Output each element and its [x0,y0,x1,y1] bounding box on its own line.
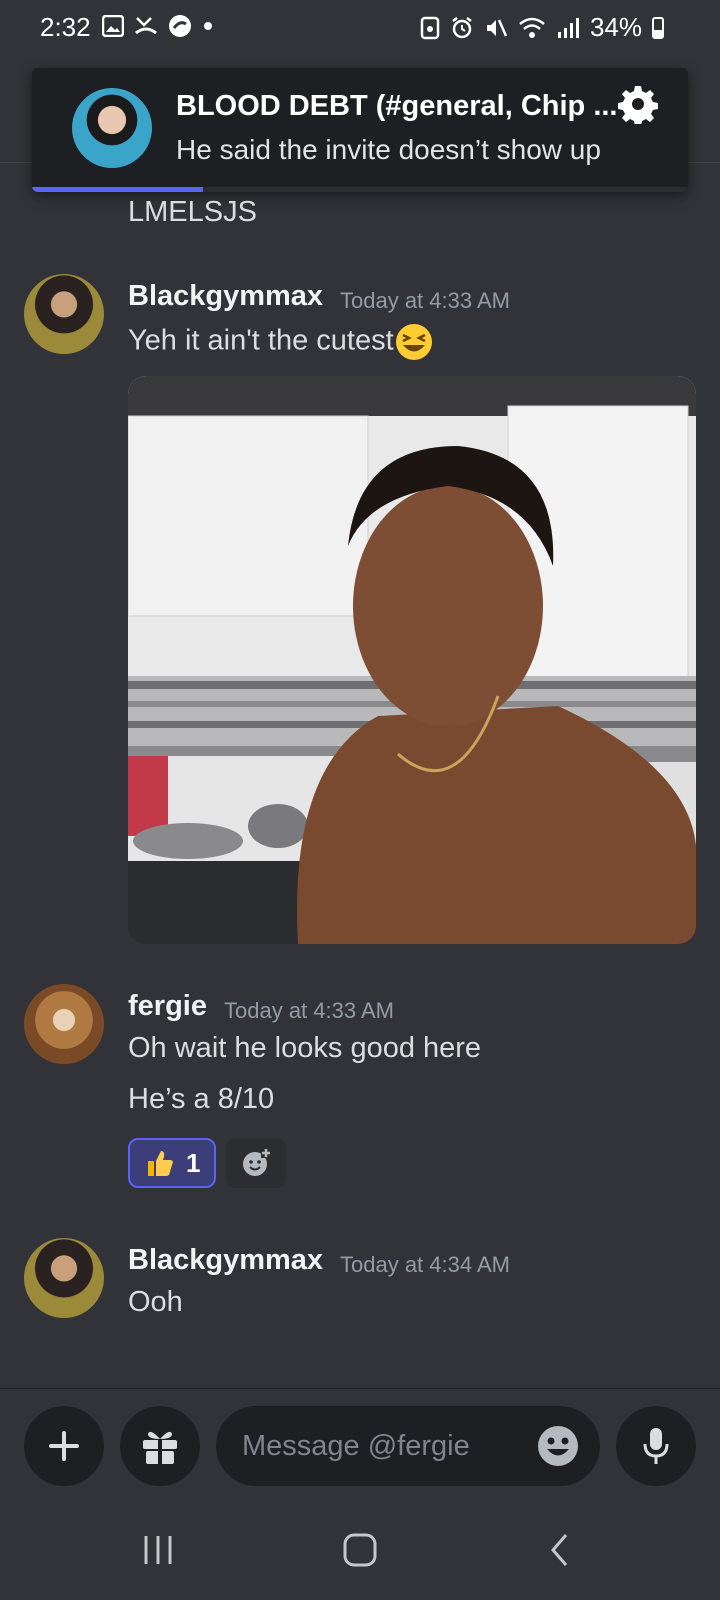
message-timestamp: Today at 4:33 AM [340,288,510,313]
signal-icon [557,17,579,38]
notification-body: He said the invite doesn’t show up [176,134,601,165]
recent-apps-icon [144,1536,172,1564]
battery-percent: 34% [589,12,642,42]
add-reaction-icon [243,1148,272,1176]
notification-avatar [72,88,152,168]
nfc-lock-icon [420,16,440,39]
notification-progress [32,187,203,192]
avatar[interactable] [24,984,104,1064]
home-icon [343,1533,377,1567]
message-author[interactable]: fergie [128,990,207,1023]
gallery-icon [102,15,124,37]
gear-icon[interactable] [618,84,658,124]
selfie-photo [128,376,696,944]
reactions-row: 1 [128,1138,287,1188]
message-text: LMELSJS [128,196,257,228]
reaction-count: 1 [186,1147,201,1178]
thumbs-up-icon [148,1151,173,1176]
back-button[interactable] [530,1528,590,1572]
microphone-icon [643,1428,669,1464]
message-timestamp: Today at 4:34 AM [340,1252,510,1277]
message-timestamp: Today at 4:33 AM [224,998,394,1023]
missed-call-icon [135,17,157,35]
notification-title: BLOOD DEBT (#general, Chip ... [176,90,618,122]
status-bar: 2:32 34% [0,0,720,56]
composer-divider [0,1388,720,1389]
system-nav-bar [0,1500,720,1600]
add-attachment-button[interactable] [24,1406,104,1486]
emoji-picker-icon[interactable] [536,1424,580,1468]
app-icon [169,15,191,37]
recent-apps-button[interactable] [128,1528,188,1572]
message-line: Yeh it ain't the cutest [128,322,434,362]
alarm-icon [452,16,472,38]
mute-icon [486,18,508,37]
gift-button[interactable] [120,1406,200,1486]
reaction-thumbs-up[interactable]: 1 [128,1138,217,1188]
plus-icon [49,1431,79,1461]
message-author[interactable]: Blackgymmax [128,1244,323,1277]
notification-banner[interactable]: BLOOD DEBT (#general, Chip ... He said t… [32,68,688,192]
message-text: Oh wait he looks good here [128,1032,482,1064]
back-icon [551,1534,568,1566]
dot-icon [204,22,212,30]
message-text: Yeh it ain't the cutest [128,324,394,357]
add-reaction-button[interactable] [226,1138,287,1188]
message-author[interactable]: Blackgymmax [128,280,323,313]
message-text: He’s a 8/10 [128,1083,275,1115]
voice-message-button[interactable] [616,1406,696,1486]
avatar[interactable] [24,1238,104,1318]
battery-icon [652,16,664,39]
message-text: Ooh [128,1286,183,1318]
status-time: 2:32 [40,12,91,42]
notification-progress-track [32,187,688,192]
avatar[interactable] [24,274,104,354]
image-attachment[interactable] [128,376,696,944]
laughing-squint-emoji-icon [395,324,432,360]
wifi-icon [519,17,545,38]
home-button[interactable] [330,1528,390,1572]
gift-icon [143,1431,177,1464]
